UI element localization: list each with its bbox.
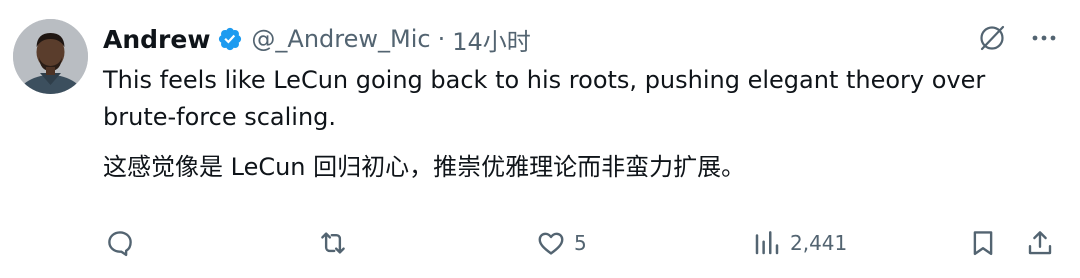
verified-badge-icon[interactable] bbox=[217, 26, 243, 52]
author-handle[interactable]: @_Andrew_Mic bbox=[251, 25, 430, 53]
action-bar: 5 2,441 bbox=[0, 224, 1080, 262]
post-card[interactable]: Andrew @_Andrew_Mic · 14小时 This feels li bbox=[0, 0, 1080, 278]
post-time[interactable]: 14小时 bbox=[452, 22, 531, 57]
repost-button[interactable] bbox=[318, 224, 356, 262]
share-button[interactable] bbox=[1025, 224, 1055, 262]
top-actions bbox=[976, 22, 1060, 54]
reply-icon bbox=[105, 228, 135, 258]
like-count: 5 bbox=[574, 231, 587, 255]
views-button[interactable]: 2,441 bbox=[752, 224, 847, 262]
post-header: Andrew @_Andrew_Mic · 14小时 bbox=[103, 20, 531, 58]
author-name[interactable]: Andrew bbox=[103, 25, 210, 54]
bookmark-button[interactable] bbox=[968, 224, 998, 262]
share-icon bbox=[1025, 228, 1055, 258]
grok-icon[interactable] bbox=[976, 22, 1008, 54]
avatar[interactable] bbox=[13, 19, 88, 94]
separator-dot: · bbox=[437, 25, 446, 53]
post-text: This feels like LeCun going back to his … bbox=[103, 66, 986, 131]
more-icon[interactable] bbox=[1028, 22, 1060, 54]
views-count: 2,441 bbox=[790, 231, 848, 255]
like-button[interactable]: 5 bbox=[536, 224, 587, 262]
bookmark-icon bbox=[968, 228, 998, 258]
repost-icon bbox=[318, 228, 348, 258]
post-translation: 这感觉像是 LeCun 回归初心，推崇优雅理论而非蛮力扩展。 bbox=[103, 153, 746, 181]
reply-button[interactable] bbox=[105, 224, 143, 262]
heart-icon bbox=[536, 228, 566, 258]
views-icon bbox=[752, 228, 782, 258]
